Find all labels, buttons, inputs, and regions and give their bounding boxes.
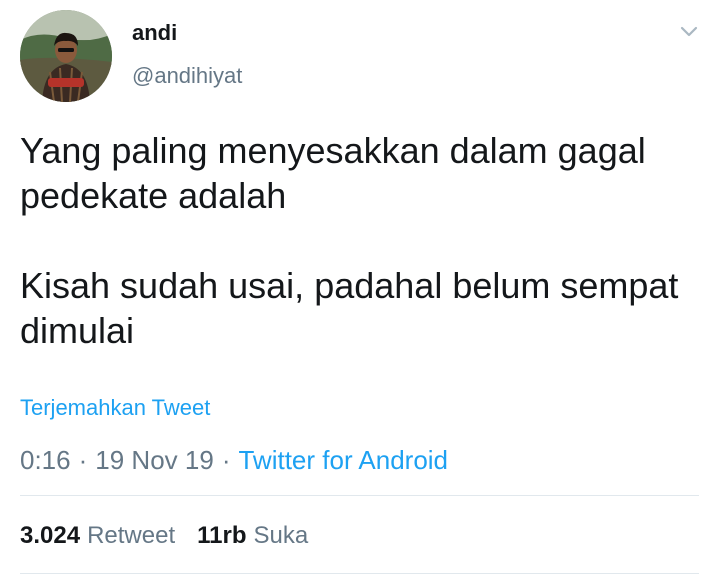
tweet-text: Yang paling menyesakkan dalam gagal pede… [20,128,710,353]
user-handle[interactable]: @andihiyat [132,63,242,89]
profile-photo [20,10,112,102]
tweet-date: 19 Nov 19 [95,445,214,475]
likes-stat[interactable]: 11rb Suka [197,522,308,550]
meta-separator: · [78,445,88,475]
tweet-stats: 3.024 Retweet 11rb Suka [20,522,308,550]
tweet-time: 0:16 [20,445,71,475]
meta-separator: · [221,445,231,475]
tweet-paragraph: Kisah sudah usai, padahal belum sempat d… [20,265,679,351]
tweet-paragraph: Yang paling menyesakkan dalam gagal pede… [20,130,646,216]
like-label: Suka [253,522,309,549]
tweet-source-link[interactable]: Twitter for Android [238,445,448,475]
like-count: 11rb [197,522,247,549]
avatar[interactable] [20,10,112,102]
display-name[interactable]: andi [132,20,177,46]
translate-tweet-link[interactable]: Terjemahkan Tweet [20,395,210,421]
retweet-label: Retweet [87,522,176,549]
tweet-menu-button[interactable] [676,22,702,42]
divider [20,495,699,496]
chevron-down-icon [680,26,698,37]
retweet-count: 3.024 [20,522,81,549]
divider [20,573,699,574]
tweet-meta: 0:16 · 19 Nov 19 · Twitter for Android [20,445,448,476]
retweets-stat[interactable]: 3.024 Retweet [20,522,175,550]
